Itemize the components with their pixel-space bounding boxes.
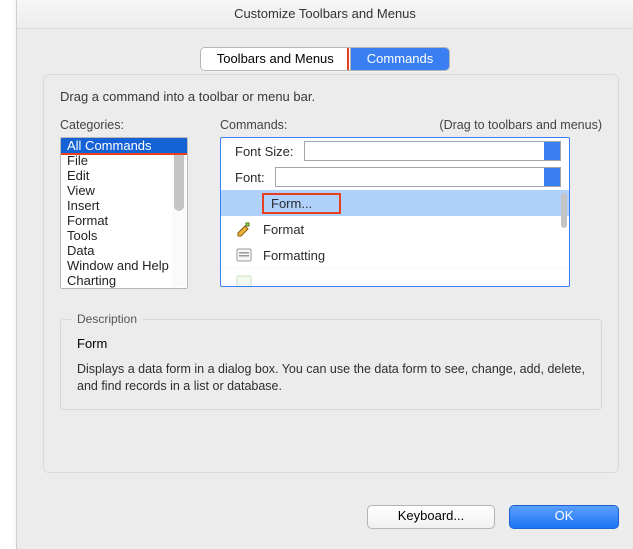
dialog-footer: Keyboard... OK xyxy=(367,505,619,529)
category-format[interactable]: Format xyxy=(61,213,187,228)
commands-scroll-thumb[interactable] xyxy=(561,193,567,228)
commands-list[interactable]: Font Size: Font: Form... xyxy=(220,137,570,287)
ok-button[interactable]: OK xyxy=(509,505,619,529)
formula-icon xyxy=(235,273,253,287)
command-form-label: Form... xyxy=(263,194,340,213)
category-all-commands[interactable]: All Commands xyxy=(61,138,187,153)
description-box: Description Form Displays a data form in… xyxy=(60,319,602,410)
font-label: Font: xyxy=(235,170,265,185)
commands-column: Commands: (Drag to toolbars and menus) F… xyxy=(220,118,602,287)
main-panel: Drag a command into a toolbar or menu ba… xyxy=(43,74,619,473)
instruction-text: Drag a command into a toolbar or menu ba… xyxy=(60,89,602,104)
dialog-title: Customize Toolbars and Menus xyxy=(17,0,633,29)
form-icon xyxy=(235,194,253,212)
category-window-and-help[interactable]: Window and Help xyxy=(61,258,187,273)
command-formatting[interactable]: Formatting xyxy=(221,242,569,268)
command-formatting-label: Formatting xyxy=(263,248,325,263)
commands-label: Commands: xyxy=(220,118,287,132)
tab-toolbars-and-menus[interactable]: Toolbars and Menus xyxy=(201,48,350,70)
font-size-select[interactable] xyxy=(304,141,561,161)
description-name: Form xyxy=(77,336,585,351)
font-select[interactable] xyxy=(275,167,561,187)
categories-column: Categories: All Commands File Edit View … xyxy=(60,118,188,289)
categories-scrollbar[interactable] xyxy=(172,139,186,287)
drag-hint: (Drag to toolbars and menus) xyxy=(439,118,602,132)
categories-list[interactable]: All Commands File Edit View Insert Forma… xyxy=(60,137,188,289)
tab-group: Toolbars and Menus Commands xyxy=(17,47,633,71)
category-view[interactable]: View xyxy=(61,183,187,198)
format-icon xyxy=(235,220,253,238)
category-tools[interactable]: Tools xyxy=(61,228,187,243)
customize-dialog: Customize Toolbars and Menus Toolbars an… xyxy=(16,0,633,549)
categories-label: Categories: xyxy=(60,118,188,132)
command-font-size[interactable]: Font Size: xyxy=(221,138,569,164)
font-size-label: Font Size: xyxy=(235,144,294,159)
category-file[interactable]: File xyxy=(61,153,187,168)
commands-scrollbar[interactable] xyxy=(560,139,568,285)
description-text: Displays a data form in a dialog box. Yo… xyxy=(77,361,585,395)
category-edit[interactable]: Edit xyxy=(61,168,187,183)
command-format-label: Format xyxy=(263,222,304,237)
formatting-icon xyxy=(235,246,253,264)
category-insert[interactable]: Insert xyxy=(61,198,187,213)
description-title: Description xyxy=(71,312,143,326)
command-font[interactable]: Font: xyxy=(221,164,569,190)
command-format[interactable]: Format xyxy=(221,216,569,242)
command-cutoff[interactable] xyxy=(221,268,569,287)
tab-commands[interactable]: Commands xyxy=(350,48,449,70)
category-data[interactable]: Data xyxy=(61,243,187,258)
command-form[interactable]: Form... xyxy=(221,190,569,216)
keyboard-button[interactable]: Keyboard... xyxy=(367,505,495,529)
category-charting[interactable]: Charting xyxy=(61,273,187,288)
